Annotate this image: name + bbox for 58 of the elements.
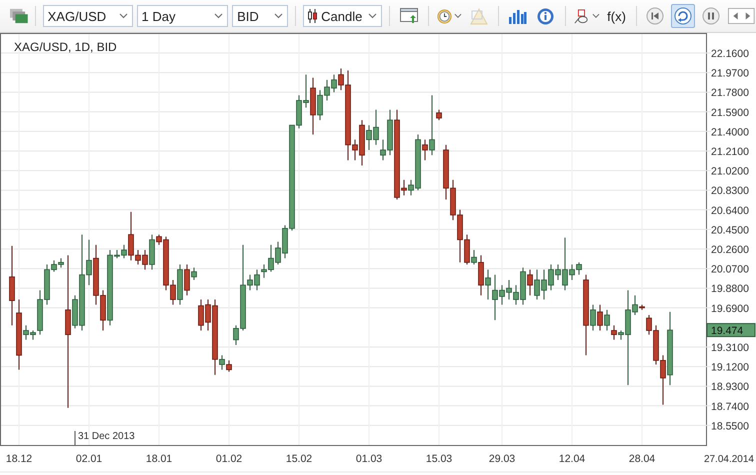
price-tick: 20.0700: [711, 264, 749, 276]
chevron-icon: [368, 13, 378, 19]
rewind-icon: [646, 7, 664, 25]
chart-legend: XAG/USD, 1D, BID: [14, 40, 117, 54]
pause-icon: [702, 7, 720, 25]
clock-icon: [437, 8, 452, 24]
dropdown[interactable]: XAG/USD: [42, 5, 132, 27]
shapes-icon: [574, 8, 590, 24]
left-right-arrows-icon: [728, 7, 756, 25]
date-tick: 18.01: [146, 453, 172, 465]
drawing-tools-icon: [470, 7, 488, 25]
price-tick: 18.5500: [711, 420, 749, 432]
price-tick: 19.6900: [711, 302, 749, 315]
chevron-icon: [118, 13, 128, 19]
layers-icon[interactable]: [10, 8, 28, 24]
price-tick: 19.3100: [711, 342, 749, 354]
dropdown[interactable]: BID: [232, 5, 288, 27]
price-tick: 20.4500: [711, 224, 749, 236]
price-tick: 21.9700: [711, 68, 749, 80]
chevron-icon: [454, 13, 462, 19]
price-tick: 21.5900: [711, 106, 749, 119]
price-tick: 22.1600: [711, 48, 749, 60]
bar-chart-icon: [508, 8, 527, 24]
dropdown[interactable]: 1 Day: [136, 5, 228, 27]
chevron-icon: [274, 13, 284, 19]
refresh-button[interactable]: [671, 4, 696, 28]
price-tick: 19.8800: [711, 283, 749, 296]
price-tick: 20.8300: [711, 185, 749, 198]
price-tick: 21.7800: [711, 87, 749, 100]
date-tick: 12.04: [558, 453, 586, 465]
function-button[interactable]: f(x): [604, 4, 629, 28]
year-marker-label: 31 Dec 2013: [78, 431, 135, 442]
date-tick: 02.01: [76, 453, 102, 465]
price-tick: 18.9300: [711, 381, 749, 394]
chart-type-dropdown[interactable]: Candle: [303, 5, 382, 27]
date-tick: 28.04: [628, 453, 656, 465]
chevron-icon: [214, 13, 224, 19]
price-tick: 21.2100: [711, 146, 749, 158]
axis-end-date: 27.04.2014: [704, 454, 754, 465]
price-tick: 20.6400: [711, 204, 749, 217]
year-separator: [74, 430, 76, 446]
candlestick-icon: [308, 9, 318, 23]
window-upload-icon: [400, 8, 419, 24]
date-tick: 15.03: [426, 453, 452, 465]
chevron-icon: [592, 13, 600, 19]
price-tick: 20.2600: [711, 244, 749, 256]
refresh-icon: [674, 7, 692, 25]
price-tick: 19.1200: [711, 362, 749, 374]
price-tick: 21.4000: [711, 126, 749, 138]
date-tick: 18.12: [6, 453, 32, 465]
date-tick: 29.03: [488, 453, 516, 465]
price-tick: 21.0200: [711, 166, 749, 178]
date-tick: 01.03: [356, 453, 382, 465]
info-icon: [537, 8, 554, 24]
date-tick: 01.02: [216, 453, 242, 465]
last-price-tag: 19.474: [706, 323, 756, 338]
price-tick: 18.7400: [711, 400, 749, 413]
date-tick: 15.02: [286, 453, 312, 465]
